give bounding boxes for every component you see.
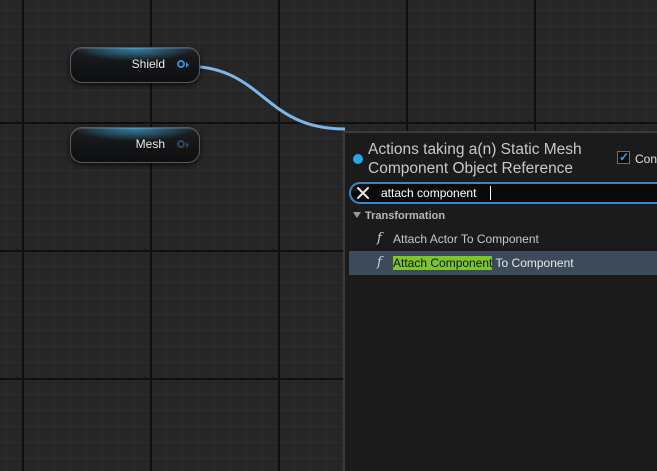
context-sensitive-checkbox[interactable]: ✓	[617, 150, 630, 164]
category-transformation[interactable]: Transformation	[345, 208, 657, 224]
node-label-mesh: Mesh	[135, 137, 165, 151]
search-match-highlight: Attach Component	[393, 256, 493, 270]
action-menu-header: Actions taking a(n) Static Mesh Componen…	[345, 133, 657, 183]
function-icon: f	[377, 231, 382, 246]
output-pin-icon[interactable]	[177, 140, 185, 148]
action-menu-panel: Actions taking a(n) Static Mesh Componen…	[343, 131, 657, 471]
object-reference-icon	[353, 154, 363, 164]
shield-variable-node[interactable]: Shield	[70, 47, 200, 83]
pin-arrow-icon	[186, 62, 189, 68]
node-label-shield: Shield	[131, 57, 165, 71]
action-item-label: Attach Component To Component	[393, 256, 574, 270]
context-sensitive-label: Context Sensitive	[635, 152, 657, 166]
text-cursor	[490, 186, 491, 200]
pin-arrow-icon	[186, 142, 189, 148]
checkmark-icon: ✓	[619, 150, 630, 164]
search-input[interactable]	[381, 185, 641, 201]
output-pin-icon[interactable]	[177, 60, 185, 68]
action-item-attach-component-to-component[interactable]: f Attach Component To Component	[349, 251, 657, 275]
search-box	[349, 182, 657, 204]
action-menu-title: Actions taking a(n) Static Mesh Componen…	[368, 141, 582, 177]
action-item-label-rest: To Component	[492, 256, 574, 270]
chevron-down-icon	[353, 212, 361, 218]
category-label: Transformation	[365, 210, 446, 222]
mesh-variable-node[interactable]: Mesh	[70, 127, 200, 163]
function-icon: f	[377, 255, 382, 270]
action-item-label: Attach Actor To Component	[393, 232, 539, 246]
close-icon[interactable]	[355, 185, 371, 201]
action-item-attach-actor-to-component[interactable]: f Attach Actor To Component	[349, 227, 657, 251]
